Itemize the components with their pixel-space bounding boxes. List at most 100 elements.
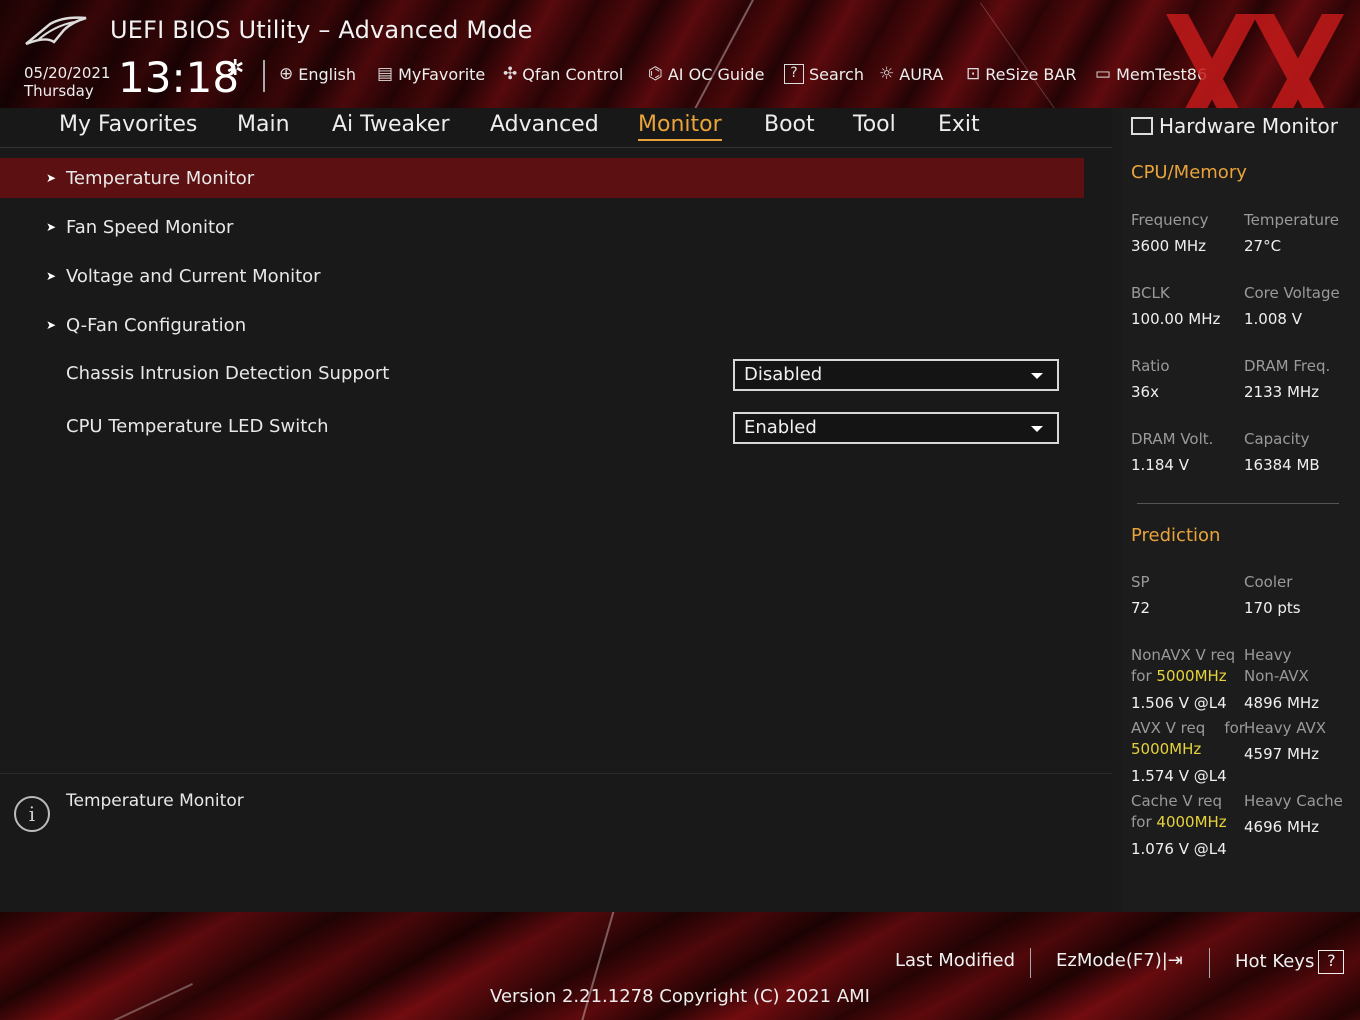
cache-value: 1.076 V @L4: [1131, 840, 1227, 858]
myfavorite-button[interactable]: ▤ MyFavorite: [377, 64, 485, 84]
search-label: Search: [809, 64, 864, 84]
temperature-value: 27°C: [1244, 237, 1282, 255]
exit-arrow-icon: ⇥: [1167, 950, 1183, 971]
cooler-label: Cooler: [1244, 573, 1293, 591]
ai-oc-guide-button[interactable]: ⌬ AI OC Guide: [648, 64, 764, 84]
chevron-right-icon: ➤: [46, 269, 57, 283]
main-panel: ➤ Temperature Monitor ➤ Fan Speed Monito…: [0, 148, 1112, 766]
qfan-label: Qfan Control: [522, 64, 624, 84]
dram-freq-label: DRAM Freq.: [1244, 357, 1331, 375]
aura-label: AURA: [899, 64, 944, 84]
caret-down-icon: [1031, 373, 1043, 379]
prediction-heading: Prediction: [1131, 525, 1221, 546]
main-nav: My Favorites Main Ai Tweaker Advanced Mo…: [0, 108, 1112, 148]
chevron-right-icon: ➤: [46, 318, 57, 332]
rog-logo-icon: [25, 16, 87, 46]
frequency-value: 3600 MHz: [1131, 237, 1207, 255]
monitor-icon: [1131, 117, 1153, 135]
chevron-right-icon: ➤: [46, 171, 57, 185]
avx-label-text: AVX V req: [1131, 719, 1206, 737]
cache-for-text: for: [1131, 813, 1152, 831]
help-text: Temperature Monitor: [66, 791, 244, 811]
nonavx-label-line1: NonAVX V req: [1131, 646, 1236, 664]
hardware-monitor-title: Hardware Monitor: [1131, 114, 1338, 138]
avx-value: 1.574 V @L4: [1131, 767, 1227, 785]
resize-bar-button[interactable]: ⊡ ReSize BAR: [966, 64, 1076, 84]
aura-icon: ☼: [879, 64, 895, 84]
language-button[interactable]: ⊕ English: [279, 64, 356, 84]
last-modified-button[interactable]: Last Modified: [895, 950, 1015, 971]
header-bar: UEFI BIOS Utility – Advanced Mode 05/20/…: [0, 0, 1360, 108]
tab-tool[interactable]: Tool: [853, 112, 896, 139]
submenu-label: Fan Speed Monitor: [66, 216, 234, 238]
bclk-label: BCLK: [1131, 284, 1170, 302]
tab-ai-tweaker[interactable]: Ai Tweaker: [332, 112, 450, 139]
heavy-cache-label: Heavy Cache: [1244, 792, 1343, 810]
nonavx-label: NonAVX V req for 5000MHz: [1131, 645, 1235, 687]
clock: 13:18: [118, 53, 240, 102]
qfan-control-button[interactable]: ✣ Qfan Control: [503, 64, 623, 84]
core-voltage-value: 1.008 V: [1244, 310, 1302, 328]
tab-exit[interactable]: Exit: [938, 112, 980, 139]
select-value: Disabled: [744, 364, 823, 385]
resize-bar-icon: ⊡: [966, 64, 981, 84]
version-text: Version 2.21.1278 Copyright (C) 2021 AMI: [490, 986, 870, 1007]
footer-bar: Last Modified EzMode(F7)|⇥ Hot Keys? Ver…: [0, 912, 1360, 1020]
bclk-value: 100.00 MHz: [1131, 310, 1221, 328]
hardware-monitor-panel: Hardware Monitor CPU/Memory Frequency 36…: [1121, 108, 1360, 912]
myfavorite-label: MyFavorite: [398, 64, 486, 84]
hot-keys-button[interactable]: Hot Keys?: [1235, 950, 1345, 974]
cpu-temp-led-select[interactable]: Enabled: [733, 412, 1059, 444]
frequency-label: Frequency: [1131, 211, 1209, 229]
footer-divider: [1209, 948, 1210, 978]
setting-label: Chassis Intrusion Detection Support: [66, 362, 390, 384]
select-value: Enabled: [744, 417, 817, 438]
ezmode-button[interactable]: EzMode(F7)|⇥: [1056, 950, 1183, 971]
submenu-qfan-configuration[interactable]: ➤ Q-Fan Configuration: [0, 305, 1084, 345]
chassis-intrusion-select[interactable]: Disabled: [733, 359, 1059, 391]
cpu-memory-heading: CPU/Memory: [1131, 162, 1247, 183]
heavy-nonavx-line1: Heavy: [1244, 646, 1292, 664]
avx-label: AVX V req for 5000MHz: [1131, 718, 1245, 760]
heavy-avx-label: Heavy AVX: [1244, 719, 1327, 737]
favorite-icon: ▤: [377, 64, 394, 84]
dram-volt-value: 1.184 V: [1131, 456, 1189, 474]
tab-advanced[interactable]: Advanced: [490, 112, 599, 139]
tab-boot[interactable]: Boot: [764, 112, 815, 139]
heavy-avx-value: 4597 MHz: [1244, 745, 1320, 763]
ratio-label: Ratio: [1131, 357, 1170, 375]
section-divider: [1137, 503, 1339, 504]
chevron-right-icon: ➤: [46, 220, 57, 234]
fan-icon: ✣: [503, 64, 518, 84]
header-divider: [263, 60, 265, 92]
submenu-fan-speed-monitor[interactable]: ➤ Fan Speed Monitor: [0, 207, 1084, 247]
sp-label: SP: [1131, 573, 1150, 591]
tab-main[interactable]: Main: [237, 112, 290, 139]
info-icon: i: [14, 796, 50, 832]
heavy-nonavx-value: 4896 MHz: [1244, 694, 1320, 712]
avx-label-line1: AVX V req for: [1131, 718, 1245, 739]
cache-label-line2: for 4000MHz: [1131, 812, 1227, 833]
cache-label: Cache V req for 4000MHz: [1131, 791, 1227, 833]
search-button[interactable]: ? Search: [784, 64, 864, 84]
ezmode-label: EzMode(F7)|: [1056, 950, 1168, 971]
heavy-nonavx-label: Heavy Non-AVX: [1244, 645, 1309, 687]
watermark-xx-icon: [1166, 14, 1344, 108]
footer-divider: [1030, 948, 1031, 978]
submenu-voltage-current-monitor[interactable]: ➤ Voltage and Current Monitor: [0, 256, 1084, 296]
gear-icon[interactable]: ✲: [226, 56, 244, 81]
avx-freq: 5000MHz: [1131, 740, 1202, 758]
setting-label: CPU Temperature LED Switch: [66, 415, 329, 437]
sp-value: 72: [1131, 599, 1151, 617]
chip-icon: ⌬: [648, 64, 663, 84]
nonavx-for-text: for: [1131, 667, 1152, 685]
tab-my-favorites[interactable]: My Favorites: [59, 112, 197, 139]
app-title: UEFI BIOS Utility – Advanced Mode: [110, 16, 533, 44]
submenu-temperature-monitor[interactable]: ➤ Temperature Monitor: [0, 158, 1084, 198]
avx-for-text: for: [1224, 719, 1245, 737]
tab-monitor[interactable]: Monitor: [638, 112, 722, 141]
language-label: English: [298, 64, 357, 84]
search-icon: ?: [784, 64, 804, 84]
cache-freq: 4000MHz: [1156, 813, 1227, 831]
aura-button[interactable]: ☼ AURA: [879, 64, 943, 84]
